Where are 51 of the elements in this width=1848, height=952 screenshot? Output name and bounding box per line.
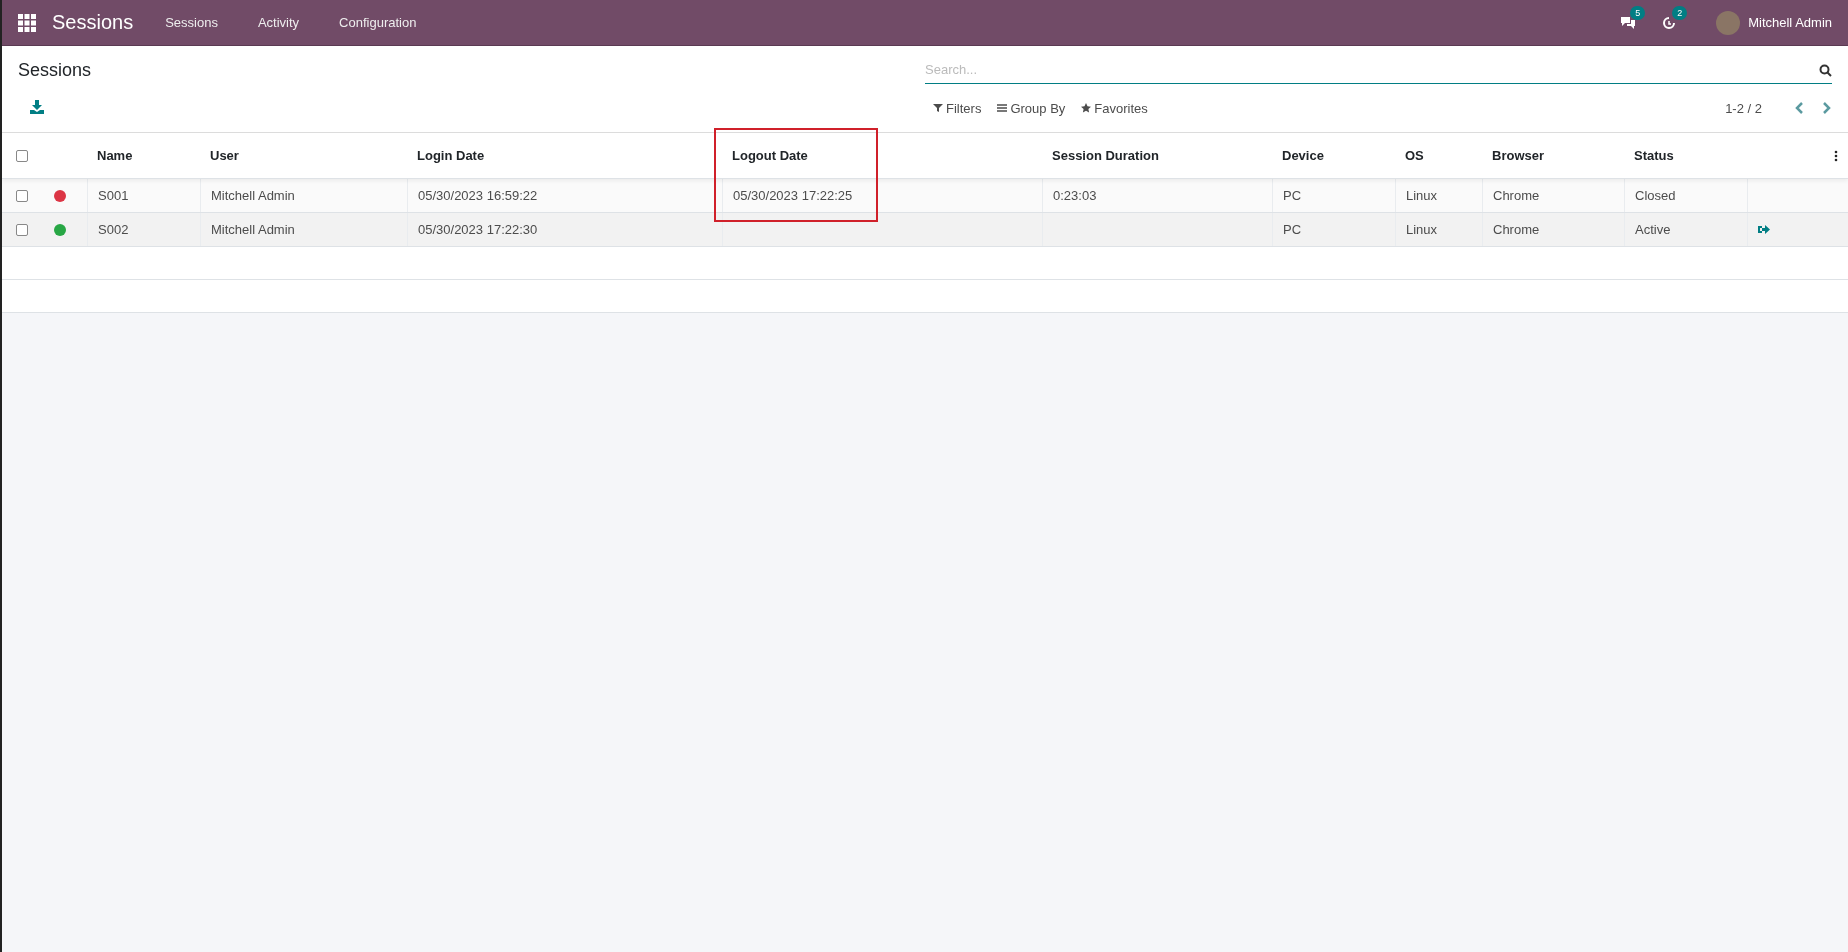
table-cell: S001 <box>98 188 129 203</box>
funnel-icon <box>933 103 943 113</box>
table-cell: 05/30/2023 17:22:30 <box>418 222 538 237</box>
table-cell: 05/30/2023 17:22:25 <box>733 188 853 203</box>
table-cell: 05/30/2023 16:59:22 <box>418 188 538 203</box>
table-cell: Linux <box>1406 222 1438 237</box>
column-header[interactable]: Login Date <box>417 148 485 163</box>
list-icon <box>997 103 1008 113</box>
message-count-badge: 5 <box>1630 5 1646 20</box>
menu-item[interactable]: Configuration <box>339 15 417 30</box>
column-header[interactable]: User <box>210 148 239 163</box>
column-header[interactable]: Status <box>1634 148 1674 163</box>
logout-icon[interactable] <box>1758 224 1770 235</box>
clock-icon[interactable] <box>1662 15 1677 30</box>
table-cell: PC <box>1283 222 1302 237</box>
column-header[interactable]: Name <box>97 148 133 163</box>
column-header[interactable]: OS <box>1405 148 1424 163</box>
app-grid-icon[interactable] <box>18 13 36 32</box>
download-icon[interactable] <box>30 99 44 114</box>
table-cell: 0:23:03 <box>1053 188 1097 203</box>
user-name[interactable]: Mitchell Admin <box>1748 15 1832 30</box>
filter-menu-button[interactable]: Filters <box>925 96 990 120</box>
more-options-icon[interactable] <box>1834 149 1838 162</box>
table-cell: Mitchell Admin <box>211 188 295 203</box>
table-cell: PC <box>1283 188 1302 203</box>
table-cell: Mitchell Admin <box>211 222 295 237</box>
row-checkbox[interactable] <box>16 189 28 202</box>
app-title: Sessions <box>52 11 134 34</box>
search-icon[interactable] <box>1819 64 1832 77</box>
activity-count-badge: 2 <box>1672 5 1688 20</box>
page-title: Sessions <box>18 59 93 81</box>
row-checkbox[interactable] <box>16 223 28 236</box>
filter-menu-button[interactable]: Group By <box>989 96 1074 120</box>
table-cell: Closed <box>1635 188 1676 203</box>
filter-menu-button[interactable]: Favorites <box>1073 96 1156 120</box>
table-cell: S002 <box>98 222 129 237</box>
column-header[interactable]: Session Duration <box>1052 148 1159 163</box>
star-icon <box>1081 103 1092 113</box>
column-header[interactable]: Device <box>1282 148 1324 163</box>
menu-item[interactable]: Sessions <box>165 15 218 30</box>
table-cell: Linux <box>1406 188 1438 203</box>
chat-icon[interactable] <box>1620 15 1637 30</box>
select-all-checkbox[interactable] <box>16 149 28 162</box>
table-cell: Chrome <box>1493 188 1540 203</box>
table-cell: Chrome <box>1493 222 1540 237</box>
column-header[interactable]: Logout Date <box>732 148 808 163</box>
menu-item[interactable]: Activity <box>257 15 300 30</box>
pager-value[interactable]: 1-2 / 2 <box>1725 100 1762 116</box>
column-header[interactable]: Browser <box>1492 148 1545 163</box>
table-cell: Active <box>1635 222 1671 237</box>
search-field[interactable]: Search... <box>925 56 1832 84</box>
